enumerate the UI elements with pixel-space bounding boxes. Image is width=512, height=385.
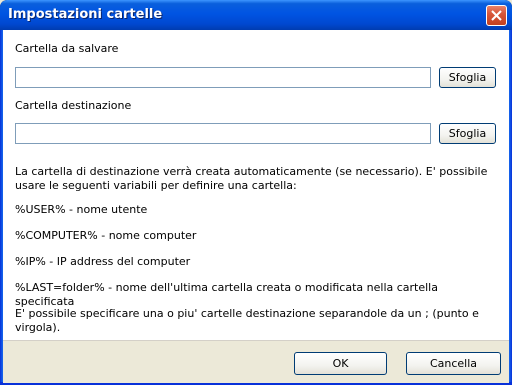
window-title: Impostazioni cartelle (8, 7, 163, 22)
variable-computer-text: %COMPUTER% - nome computer (15, 229, 197, 242)
title-bar[interactable]: Impostazioni cartelle (0, 0, 512, 30)
destination-folder-input[interactable] (15, 123, 431, 144)
cancel-button[interactable]: Cancella (406, 352, 501, 375)
variable-user-text: %USER% - nome utente (15, 203, 148, 216)
ok-button[interactable]: OK (294, 352, 387, 375)
source-folder-label: Cartella da salvare (15, 42, 119, 55)
browse-source-button[interactable]: Sfoglia (439, 67, 496, 88)
browse-destination-button[interactable]: Sfoglia (439, 123, 496, 144)
close-button[interactable] (486, 5, 507, 26)
info-intro-text: La cartella di destinazione verrà creata… (15, 165, 488, 192)
source-folder-input[interactable] (15, 67, 431, 88)
multiple-destinations-text: E' possibile specificare una o piu' cart… (15, 307, 479, 334)
variable-last-text: %LAST=folder% - nome dell'ultima cartell… (15, 281, 438, 308)
destination-folder-label: Cartella destinazione (15, 99, 132, 112)
dialog-window: Impostazioni cartelle Cartella da salvar… (0, 0, 512, 385)
variable-ip-text: %IP% - IP address del computer (15, 255, 191, 268)
close-icon (491, 10, 502, 21)
